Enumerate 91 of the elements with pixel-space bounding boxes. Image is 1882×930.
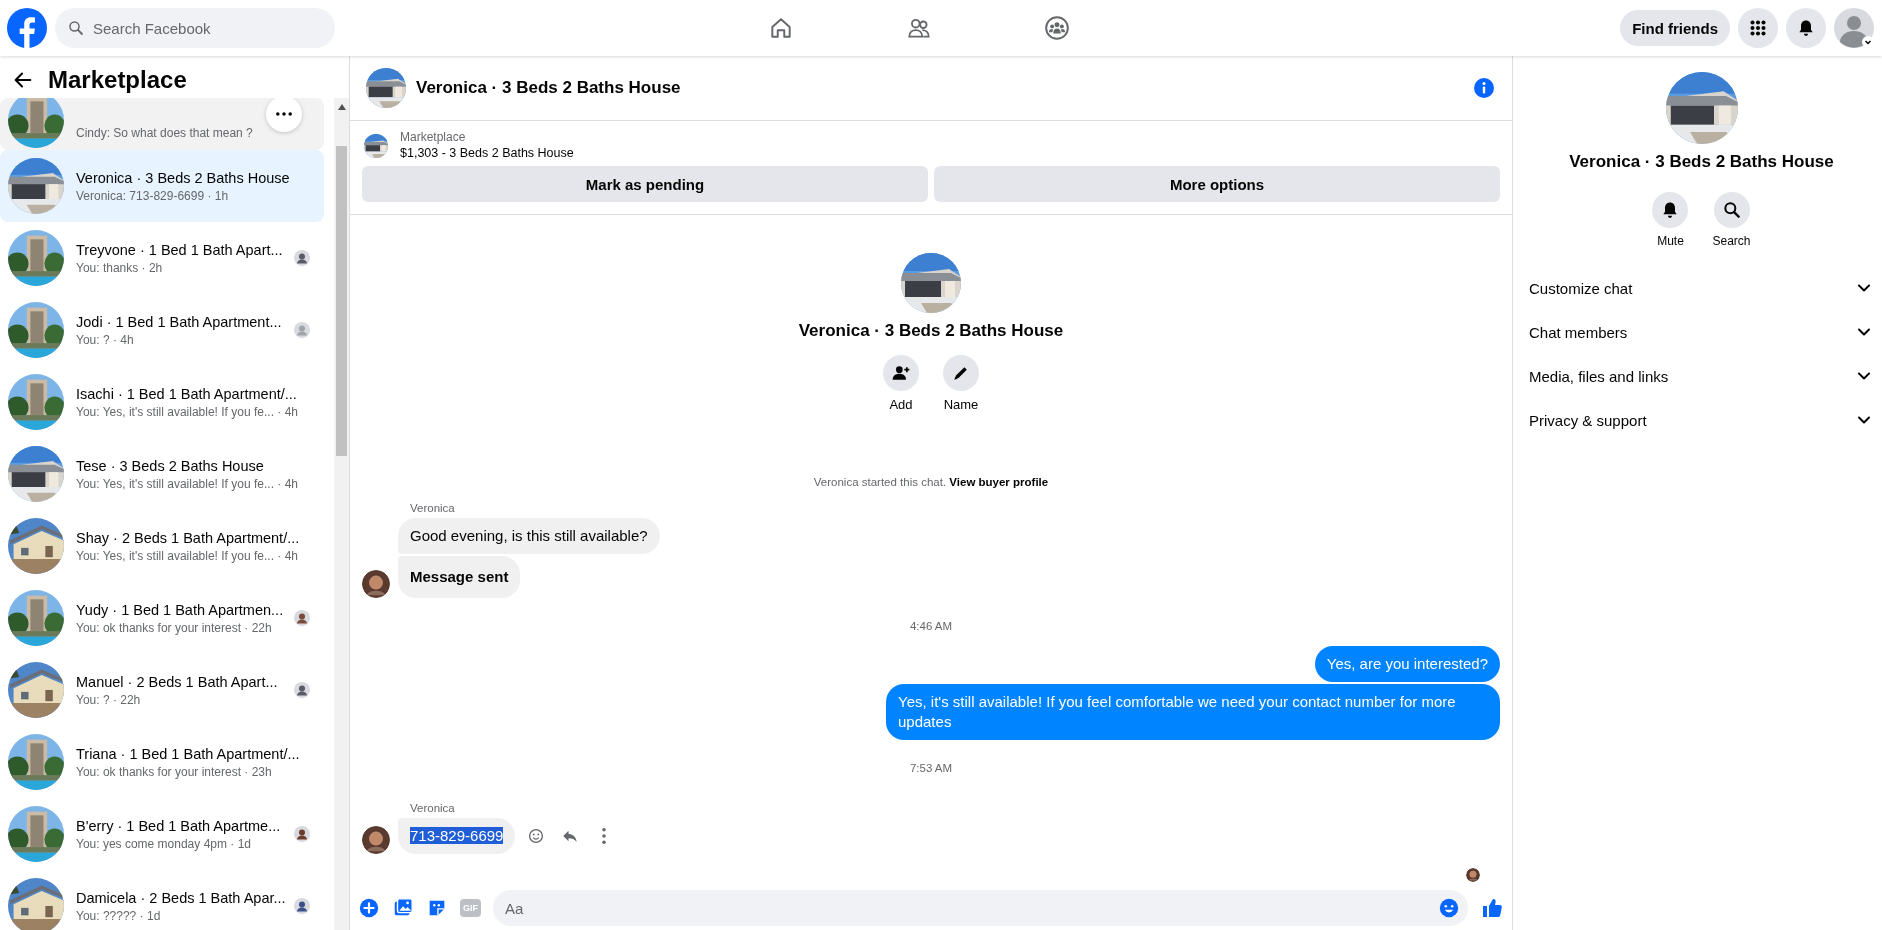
section-toggle[interactable]: Media, files and links bbox=[1529, 354, 1874, 398]
thumbs-up-icon[interactable] bbox=[1480, 896, 1504, 920]
listing-button[interactable]: Mark as pending bbox=[362, 166, 928, 202]
conversation-preview: You: Yes, it's still available! If you fe... · 4h bbox=[76, 475, 299, 493]
conversation-preview: You: ????? · 1d bbox=[76, 907, 162, 925]
section-toggle[interactable]: Privacy & support bbox=[1529, 398, 1874, 442]
profile-avatar-icon bbox=[1834, 8, 1874, 48]
conversation-item[interactable]: Shay · 2 Beds 1 Bath Apartment/... You: Yes, it's still available! If you fe... · 4h bbox=[0, 510, 324, 582]
listing-source: Marketplace bbox=[400, 129, 467, 145]
conversation-item[interactable]: Triana · 1 Bed 1 Bath Apartment/... You: ok thanks for your interest · 23h bbox=[0, 726, 324, 798]
conversation-item[interactable]: B'erry · 1 Bed 1 Bath Apartme... You: yes come monday 4pm · 1d bbox=[0, 798, 324, 870]
more-button[interactable] bbox=[266, 98, 302, 132]
conversation-item[interactable]: Damicela · 2 Beds 1 Bath Apar... You: ????? · 1d bbox=[0, 870, 324, 930]
sidebar-title: Marketplace bbox=[48, 66, 187, 94]
grid-icon bbox=[1747, 17, 1769, 39]
conversation-title: Shay · 2 Beds 1 Bath Apartment/... bbox=[76, 528, 301, 548]
message-bubble: 713-829-6699 bbox=[398, 818, 516, 854]
sender-name: Veronica bbox=[410, 802, 456, 814]
conversation-preview: Cindy: So what does that mean ? bbox=[76, 125, 254, 142]
message-bubble: Yes, are you interested? bbox=[1314, 646, 1500, 682]
conversation-title: Tese · 3 Beds 2 Baths House bbox=[76, 456, 265, 476]
chat-intro-title: Veronica · 3 Beds 2 Baths House bbox=[798, 321, 1064, 341]
conversation-title: Manuel · 2 Beds 1 Bath Apart... bbox=[76, 672, 279, 692]
notifications-button[interactable] bbox=[1786, 8, 1826, 48]
search-button[interactable] bbox=[1713, 192, 1750, 228]
conversation-item[interactable]: Veronica · 3 Beds 2 Baths House Veronica: 713-829-6699 · 1h bbox=[0, 150, 324, 222]
conversation-title: B'erry · 1 Bed 1 Bath Apartme... bbox=[76, 816, 282, 836]
conversation-title: Isachi · 1 Bed 1 Bath Apartment/... bbox=[76, 384, 298, 404]
conversation-preview: You: Yes, it's still available! If you fe... · 4h bbox=[76, 403, 299, 421]
conversation-title: Veronica · 3 Beds 2 Baths House bbox=[76, 168, 291, 188]
conversation-item[interactable]: Treyvone · 1 Bed 1 Bath Apart... You: thanks · 2h bbox=[0, 222, 324, 294]
conversation-title: Jodi · 1 Bed 1 Bath Apartment... bbox=[76, 312, 282, 332]
listing-summary: $1,303 - 3 Beds 2 Baths House bbox=[400, 145, 574, 162]
groups-icon bbox=[1043, 15, 1070, 41]
conversation-title: Triana · 1 Bed 1 Bath Apartment/... bbox=[76, 744, 301, 764]
conversation-item[interactable]: Tese · 3 Beds 2 Baths House You: Yes, it's still available! If you fe... · 4h bbox=[0, 438, 324, 510]
add-person-icon bbox=[891, 363, 911, 383]
message-field[interactable]: Aa bbox=[493, 890, 1468, 926]
listing-button[interactable]: More options bbox=[934, 166, 1500, 202]
search-icon bbox=[1721, 200, 1742, 220]
view-profile-link[interactable]: View buyer profile bbox=[949, 476, 1049, 488]
mute-button[interactable] bbox=[1652, 192, 1689, 228]
conversation-preview: You: ? · 22h bbox=[76, 691, 142, 709]
avatar bbox=[362, 570, 390, 598]
section-toggle[interactable]: Customize chat bbox=[1529, 266, 1874, 310]
message-bubble: Good evening, is this still available? bbox=[398, 518, 660, 554]
conversation-item[interactable]: Isachi · 1 Bed 1 Bath Apartment/... You: Yes, it's still available! If you fe... · 4h bbox=[0, 366, 324, 438]
conversation-preview: You: thanks · 2h bbox=[76, 259, 164, 277]
conversation-preview: You: yes come monday 4pm · 1d bbox=[76, 835, 252, 853]
conversation-item[interactable]: Manuel · 2 Beds 1 Bath Apart... You: ? · 22h bbox=[0, 654, 324, 726]
message-bubble: Yes, it's still available! If you feel comfortable we need your contact number for more updates bbox=[886, 684, 1500, 740]
action-label: Search bbox=[1712, 234, 1751, 248]
details-title: Veronica · 3 Beds 2 Baths House bbox=[1569, 152, 1834, 172]
timestamp: 4:46 AM bbox=[908, 620, 954, 632]
conversation-title: Treyvone · 1 Bed 1 Bath Apart... bbox=[76, 240, 282, 260]
timestamp: 7:53 AM bbox=[908, 762, 954, 774]
conversation-preview: You: ok thanks for your interest · 23h bbox=[76, 763, 273, 781]
system-message: Veronica started this chat. View buyer profile bbox=[812, 476, 1050, 488]
conversation-preview: You: Yes, it's still available! If you fe... · 4h bbox=[76, 547, 299, 565]
conversation-item[interactable]: Yudy · 1 Bed 1 Bath Apartmen... You: ok thanks for your interest · 22h bbox=[0, 582, 324, 654]
conversation-item[interactable]: Cindy: So what does that mean ? bbox=[0, 98, 324, 150]
action-label: Name bbox=[943, 397, 979, 412]
conversation-title: Yudy · 1 Bed 1 Bath Apartmen... bbox=[76, 600, 282, 620]
smiley-icon bbox=[527, 827, 546, 845]
message-bubble: Message sent bbox=[398, 556, 521, 598]
action-label: Add bbox=[889, 397, 913, 412]
more-icon bbox=[276, 112, 292, 116]
add-button[interactable] bbox=[883, 355, 919, 391]
conversation-preview: Veronica: 713-829-6699 · 1h bbox=[76, 187, 230, 205]
avatar bbox=[362, 826, 390, 854]
menu-button[interactable] bbox=[1738, 8, 1778, 48]
more-icon bbox=[602, 828, 607, 844]
scroll-up-icon bbox=[338, 104, 346, 110]
conversation-preview: You: ? · 4h bbox=[76, 331, 135, 349]
conversation-item[interactable]: Jodi · 1 Bed 1 Bath Apartment... You: ? · 4h bbox=[0, 294, 324, 366]
facebook-logo-icon[interactable] bbox=[7, 8, 47, 48]
search-icon bbox=[67, 19, 85, 37]
rename-button[interactable] bbox=[943, 355, 979, 391]
info-button[interactable] bbox=[1472, 76, 1496, 100]
info-icon bbox=[1472, 76, 1496, 100]
find-friends-button[interactable]: Find friends bbox=[1620, 10, 1730, 46]
sender-name: Veronica bbox=[410, 502, 456, 514]
plus-icon[interactable] bbox=[358, 897, 380, 919]
emoji-icon[interactable] bbox=[1438, 897, 1460, 919]
search-field[interactable]: Search Facebook bbox=[55, 8, 335, 48]
profile-button[interactable] bbox=[1834, 8, 1874, 48]
scrollbar[interactable] bbox=[334, 98, 349, 930]
action-label: Mute bbox=[1657, 234, 1684, 248]
chat-title: Veronica · 3 Beds 2 Baths House bbox=[416, 78, 681, 98]
conversation-preview: You: ok thanks for your interest · 22h bbox=[76, 619, 273, 637]
section-toggle[interactable]: Chat members bbox=[1529, 310, 1874, 354]
